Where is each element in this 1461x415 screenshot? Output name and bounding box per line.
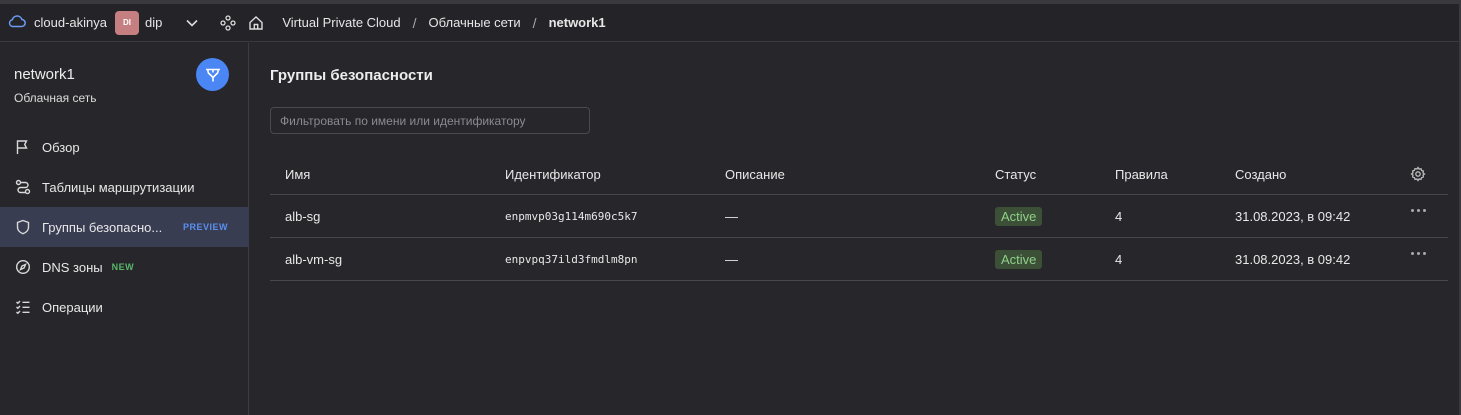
main-content: Группы безопасности Имя Идентификатор Оп… (250, 43, 1459, 415)
sidebar-item-label: Обзор (42, 139, 80, 155)
security-groups-table: Имя Идентификатор Описание Статус Правил… (270, 153, 1448, 281)
column-header-status[interactable]: Статус (995, 167, 1036, 182)
sidebar-item-security-groups[interactable]: Группы безопасно... PREVIEW (0, 207, 249, 247)
sidebar-item-label: Таблицы маршрутизации (42, 179, 195, 195)
filter-input[interactable] (270, 107, 590, 134)
cell-name[interactable]: alb-sg (285, 209, 320, 224)
compass-icon (14, 258, 32, 276)
more-actions-icon[interactable] (1411, 252, 1426, 255)
services-icon[interactable] (220, 14, 237, 31)
sidebar-item-overview[interactable]: Обзор (0, 127, 249, 167)
folder-name[interactable]: dip (145, 15, 162, 30)
status-badge: Active (995, 207, 1043, 226)
sidebar-item-operations[interactable]: Операции (0, 287, 249, 327)
cell-created: 31.08.2023, в 09:42 (1235, 209, 1351, 224)
column-header-name[interactable]: Имя (285, 167, 310, 182)
route-icon (14, 178, 32, 196)
cell-rules: 4 (1115, 252, 1123, 267)
more-actions-icon[interactable] (1411, 209, 1426, 212)
cell-name[interactable]: alb-vm-sg (285, 252, 342, 267)
table-row[interactable]: alb-sg enpmvp03g114m690c5k7 — Active 4 3… (270, 195, 1448, 238)
breadcrumb-separator: / (532, 14, 537, 31)
cell-id: enpmvp03g114m690c5k7 (505, 210, 638, 223)
cell-rules: 4 (1115, 209, 1123, 224)
breadcrumb-network1: network1 (548, 15, 606, 30)
breadcrumb-separator: / (412, 14, 417, 31)
checklist-icon (14, 298, 32, 316)
network-icon (196, 58, 229, 91)
page-title: Группы безопасности (270, 67, 433, 84)
cloud-selector[interactable]: cloud-akinya (8, 14, 107, 31)
cloud-name: cloud-akinya (34, 15, 107, 30)
cloud-icon (8, 14, 26, 31)
breadcrumb-cloud-networks[interactable]: Облачные сети (429, 15, 521, 30)
sidebar-item-dns-zones[interactable]: DNS зоны NEW (0, 247, 249, 287)
status-badge: Active (995, 250, 1043, 269)
chevron-down-icon[interactable] (186, 19, 198, 27)
network-title: network1 (14, 66, 75, 83)
preview-tag: PREVIEW (183, 222, 229, 232)
cell-created: 31.08.2023, в 09:42 (1235, 252, 1351, 267)
table-header: Имя Идентификатор Описание Статус Правил… (270, 153, 1448, 195)
new-tag: NEW (111, 262, 135, 272)
top-bar: cloud-akinya DI dip Virtual Private Clou… (0, 4, 1461, 42)
sidebar-item-label: Группы безопасно... (42, 219, 163, 235)
shield-icon (14, 218, 32, 236)
column-header-description[interactable]: Описание (725, 167, 785, 182)
sidebar: network1 Облачная сеть Обзор Таблицы мар… (0, 43, 249, 415)
home-icon[interactable] (248, 15, 264, 31)
cell-description: — (725, 209, 738, 224)
folder-avatar[interactable]: DI (115, 10, 139, 35)
column-header-rules[interactable]: Правила (1115, 167, 1168, 182)
gear-icon[interactable] (1410, 166, 1426, 185)
column-header-id[interactable]: Идентификатор (505, 167, 601, 182)
sidebar-item-route-tables[interactable]: Таблицы маршрутизации (0, 167, 249, 207)
sidebar-item-label: DNS зоны (42, 259, 103, 275)
breadcrumb-vpc[interactable]: Virtual Private Cloud (282, 15, 400, 30)
network-subtitle: Облачная сеть (14, 91, 97, 105)
sidebar-item-label: Операции (42, 299, 103, 315)
cell-id: enpvpq37ild3fmdlm8pn (505, 253, 638, 266)
table-row[interactable]: alb-vm-sg enpvpq37ild3fmdlm8pn — Active … (270, 238, 1448, 281)
flag-icon (14, 138, 32, 156)
cell-description: — (725, 252, 738, 267)
column-header-created[interactable]: Создано (1235, 167, 1286, 182)
